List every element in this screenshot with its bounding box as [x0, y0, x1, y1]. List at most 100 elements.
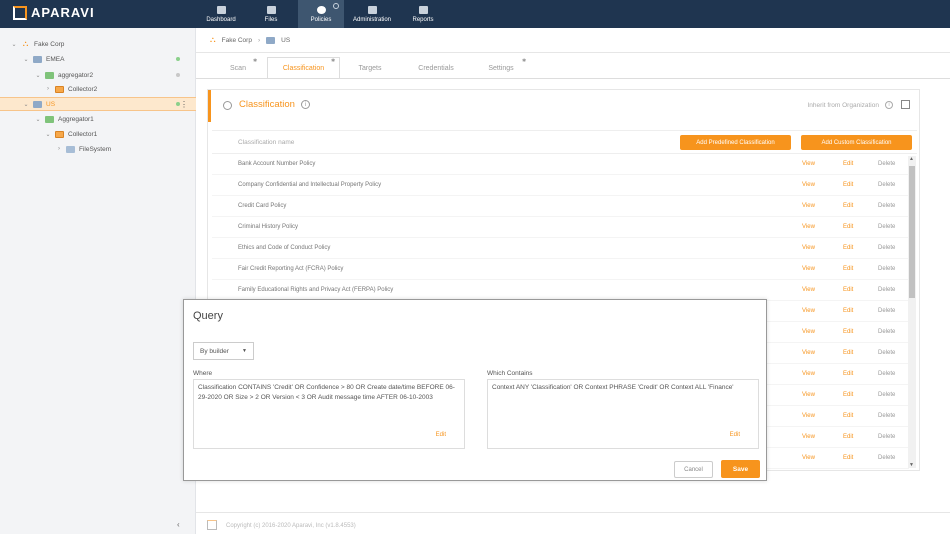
chevron-down-icon[interactable]: ⌄ [10, 41, 18, 48]
tree-item-collector2[interactable]: › Collector2 [0, 82, 196, 96]
edit-link[interactable]: Edit [843, 203, 853, 209]
edit-link[interactable]: Edit [843, 392, 853, 398]
aparavi-logo[interactable]: APARAVI [13, 5, 95, 20]
table-row: Company Confidential and Intellectual Pr… [212, 175, 909, 196]
delete-link[interactable]: Delete [878, 455, 895, 461]
info-icon[interactable] [333, 3, 339, 9]
delete-link[interactable]: Delete [878, 308, 895, 314]
view-link[interactable]: View [802, 434, 815, 440]
tree-item-us[interactable]: ⌄ US ⋮ [0, 97, 196, 111]
view-link[interactable]: View [802, 287, 815, 293]
view-link[interactable]: View [802, 371, 815, 377]
view-link[interactable]: View [802, 350, 815, 356]
info-icon[interactable]: i [885, 101, 893, 109]
nav-reports[interactable]: Reports [400, 0, 446, 28]
collector-icon [55, 85, 64, 93]
view-link[interactable]: View [802, 182, 815, 188]
breadcrumb-folder[interactable]: US [281, 37, 290, 44]
tab-settings[interactable]: Settings [475, 57, 527, 79]
tree-item-filesystem[interactable]: › FileSystem [0, 142, 196, 156]
delete-link[interactable]: Delete [878, 224, 895, 230]
view-link[interactable]: View [802, 161, 815, 167]
tree-item-collector1[interactable]: ⌄ Collector1 [0, 127, 196, 141]
delete-link[interactable]: Delete [878, 203, 895, 209]
aparavi-footer-icon [207, 520, 217, 530]
table-row: Fair Credit Reporting Act (FCRA) Policy V… [212, 259, 909, 280]
inherit-checkbox[interactable] [901, 100, 910, 109]
edit-link[interactable]: Edit [843, 434, 853, 440]
delete-link[interactable]: Delete [878, 287, 895, 293]
contains-edit-link[interactable]: Edit [730, 430, 740, 440]
delete-link[interactable]: Delete [878, 392, 895, 398]
view-link[interactable]: View [802, 308, 815, 314]
query-mode-select[interactable]: By builder ▼ [193, 342, 254, 360]
view-link[interactable]: View [802, 224, 815, 230]
delete-link[interactable]: Delete [878, 182, 895, 188]
where-label: Where [193, 370, 213, 377]
delete-link[interactable]: Delete [878, 350, 895, 356]
tab-targets[interactable]: Targets [342, 57, 398, 79]
nav-administration[interactable]: Administration [348, 0, 396, 28]
breadcrumb-org[interactable]: Fake Corp [222, 37, 252, 44]
edit-link[interactable]: Edit [843, 182, 853, 188]
add-custom-classification-button[interactable]: Add Custom Classification [801, 135, 912, 150]
delete-link[interactable]: Delete [878, 434, 895, 440]
delete-link[interactable]: Delete [878, 329, 895, 335]
view-link[interactable]: View [802, 245, 815, 251]
cancel-button[interactable]: Cancel [674, 461, 713, 478]
tree-item-fake-corp[interactable]: ⌄ ⛬ Fake Corp [0, 37, 196, 51]
tab-credentials[interactable]: Credentials [405, 57, 467, 79]
info-icon[interactable]: i [301, 100, 310, 109]
edit-link[interactable]: Edit [843, 161, 853, 167]
edit-link[interactable]: Edit [843, 350, 853, 356]
status-dot [176, 57, 180, 61]
scroll-down-icon[interactable]: ▼ [909, 462, 914, 468]
chevron-down-icon[interactable]: ⌄ [22, 56, 30, 63]
view-link[interactable]: View [802, 455, 815, 461]
delete-link[interactable]: Delete [878, 413, 895, 419]
edit-link[interactable]: Edit [843, 455, 853, 461]
tab-classification[interactable]: Classification [267, 57, 340, 79]
tree-item-aggregator1[interactable]: ⌄ Aggregator1 [0, 112, 196, 126]
edit-link[interactable]: Edit [843, 413, 853, 419]
delete-link[interactable]: Delete [878, 266, 895, 272]
edit-link[interactable]: Edit [843, 308, 853, 314]
delete-link[interactable]: Delete [878, 371, 895, 377]
chevron-right-icon[interactable]: › [55, 146, 63, 152]
where-box[interactable]: Classification CONTAINS 'Credit' OR Conf… [193, 379, 465, 449]
scroll-up-icon[interactable]: ▲ [909, 156, 914, 162]
delete-link[interactable]: Delete [878, 161, 895, 167]
tree-item-label: Collector1 [68, 130, 98, 138]
view-link[interactable]: View [802, 413, 815, 419]
scrollbar[interactable]: ▲ ▼ [908, 156, 916, 468]
save-button[interactable]: Save [721, 460, 760, 478]
chevron-down-icon[interactable]: ⌄ [22, 101, 30, 108]
nav-files[interactable]: Files [248, 0, 294, 28]
view-link[interactable]: View [802, 203, 815, 209]
view-link[interactable]: View [802, 329, 815, 335]
edit-link[interactable]: Edit [843, 266, 853, 272]
edit-link[interactable]: Edit [843, 329, 853, 335]
tree-item-aggregator2[interactable]: ⌄ aggregator2 [0, 68, 196, 82]
scroll-thumb[interactable] [909, 166, 915, 298]
edit-link[interactable]: Edit [843, 224, 853, 230]
delete-link[interactable]: Delete [878, 245, 895, 251]
nav-dashboard[interactable]: Dashboard [198, 0, 244, 28]
chevron-down-icon[interactable]: ⌄ [34, 72, 42, 79]
chevron-down-icon[interactable]: ⌄ [44, 131, 52, 138]
edit-link[interactable]: Edit [843, 245, 853, 251]
chevron-right-icon[interactable]: › [44, 86, 52, 92]
edit-link[interactable]: Edit [843, 287, 853, 293]
tab-scan[interactable]: Scan [210, 57, 266, 79]
tree-item-emea[interactable]: ⌄ EMEA [0, 52, 196, 66]
add-predefined-classification-button[interactable]: Add Predefined Classification [680, 135, 791, 150]
more-options-icon[interactable]: ⋮ [180, 100, 188, 109]
chevron-down-icon[interactable]: ⌄ [34, 116, 42, 123]
contains-box[interactable]: Context ANY 'Classification' OR Context … [487, 379, 759, 449]
nav-administration-label: Administration [352, 16, 391, 23]
where-edit-link[interactable]: Edit [436, 430, 446, 440]
edit-link[interactable]: Edit [843, 371, 853, 377]
view-link[interactable]: View [802, 392, 815, 398]
collapse-sidebar-icon[interactable]: ‹ [177, 520, 180, 529]
view-link[interactable]: View [802, 266, 815, 272]
